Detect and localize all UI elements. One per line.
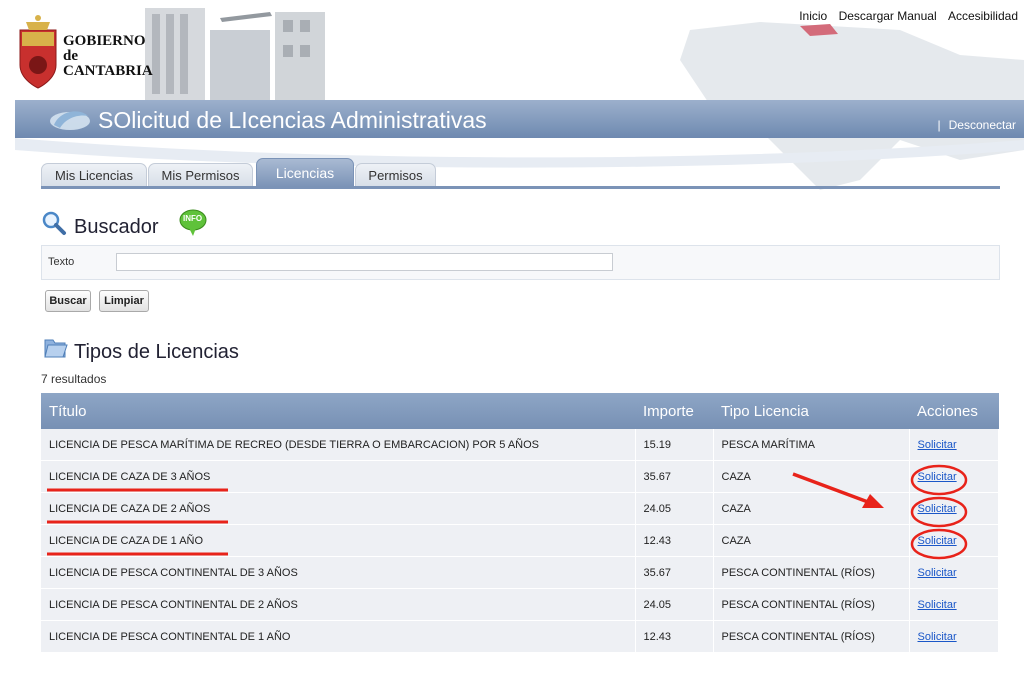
table-row: LICENCIA DE CAZA DE 1 AÑO 12.43 CAZA Sol…: [41, 524, 999, 557]
solicitar-link[interactable]: Solicitar: [918, 599, 957, 611]
tab-licencias[interactable]: Licencias: [256, 158, 354, 187]
cell-importe: 12.43: [635, 620, 714, 653]
table-row: LICENCIA DE PESCA CONTINENTAL DE 3 AÑOS …: [41, 556, 999, 589]
cell-acciones: Solicitar: [909, 524, 999, 557]
tab-mis-licencias[interactable]: Mis Licencias: [41, 163, 147, 186]
cell-importe: 24.05: [635, 492, 714, 525]
table-row: LICENCIA DE CAZA DE 2 AÑOS 24.05 CAZA So…: [41, 492, 999, 525]
search-field-label: Texto: [48, 256, 75, 268]
folder-icon: [44, 339, 68, 358]
solicitar-link[interactable]: Solicitar: [918, 631, 957, 643]
tab-mis-permisos[interactable]: Mis Permisos: [148, 163, 253, 186]
cell-titulo: LICENCIA DE CAZA DE 1 AÑO: [41, 524, 636, 557]
cell-tipo: CAZA: [713, 492, 910, 525]
cell-importe: 12.43: [635, 524, 714, 557]
logout-separator: |: [937, 118, 941, 132]
result-count: 7 resultados: [41, 372, 107, 386]
licenses-table: Título Importe Tipo Licencia Acciones LI…: [41, 393, 999, 653]
column-header-importe[interactable]: Importe: [635, 393, 713, 429]
link-inicio[interactable]: Inicio: [799, 9, 827, 23]
solicitar-link[interactable]: Solicitar: [918, 535, 957, 547]
cell-tipo: PESCA CONTINENTAL (RÍOS): [713, 556, 910, 589]
app-title: SOlicitud de LIcencias Administrativas: [98, 107, 487, 133]
cell-tipo: PESCA CONTINENTAL (RÍOS): [713, 620, 910, 653]
search-button[interactable]: Buscar: [45, 290, 91, 312]
logo-line: CANTABRIA: [63, 63, 153, 79]
column-header-acciones: Acciones: [909, 393, 999, 429]
solicitar-link[interactable]: Solicitar: [918, 471, 957, 483]
logout-link[interactable]: Desconectar: [949, 118, 1016, 132]
table-row: LICENCIA DE PESCA MARÍTIMA DE RECREO (DE…: [41, 429, 999, 461]
cell-tipo: CAZA: [713, 460, 910, 493]
top-nav: Inicio Descargar Manual Accesibilidad: [791, 9, 1018, 23]
tab-permisos[interactable]: Permisos: [355, 163, 436, 186]
cell-acciones: Solicitar: [909, 429, 999, 461]
solicitar-link[interactable]: Solicitar: [918, 439, 957, 451]
cell-titulo: LICENCIA DE PESCA MARÍTIMA DE RECREO (DE…: [41, 429, 636, 461]
search-text-input[interactable]: [116, 253, 613, 271]
gobierno-cantabria-logo: GOBIERNO de CANTABRIA: [63, 34, 153, 79]
buildings-image: [145, 8, 325, 100]
clear-button[interactable]: Limpiar: [99, 290, 149, 312]
cell-titulo: LICENCIA DE PESCA CONTINENTAL DE 2 AÑOS: [41, 588, 636, 621]
link-accesibilidad[interactable]: Accesibilidad: [948, 9, 1018, 23]
licencias-title: Tipos de Licencias: [74, 341, 239, 363]
cell-acciones: Solicitar: [909, 492, 999, 525]
table-row: LICENCIA DE PESCA CONTINENTAL DE 2 AÑOS …: [41, 588, 999, 621]
info-badge-label: INFO: [183, 214, 203, 223]
cell-titulo: LICENCIA DE PESCA CONTINENTAL DE 3 AÑOS: [41, 556, 636, 589]
cell-acciones: Solicitar: [909, 556, 999, 589]
info-icon[interactable]: INFO: [178, 208, 208, 238]
logo-line: de: [63, 48, 78, 64]
cell-acciones: Solicitar: [909, 588, 999, 621]
cell-tipo: PESCA MARÍTIMA: [713, 429, 910, 461]
link-descargar-manual[interactable]: Descargar Manual: [839, 9, 937, 23]
cell-tipo: CAZA: [713, 524, 910, 557]
coat-of-arms-icon: [19, 15, 57, 89]
column-header-titulo[interactable]: Título: [41, 393, 635, 429]
cell-importe: 15.19: [635, 429, 714, 461]
cell-titulo: LICENCIA DE CAZA DE 3 AÑOS: [41, 460, 636, 493]
cell-tipo: PESCA CONTINENTAL (RÍOS): [713, 588, 910, 621]
tab-underline: [41, 186, 1000, 189]
table-row: LICENCIA DE CAZA DE 3 AÑOS 35.67 CAZA So…: [41, 460, 999, 493]
column-header-tipo[interactable]: Tipo Licencia: [713, 393, 909, 429]
logout-area: | Desconectar: [938, 118, 1017, 132]
logo-line: GOBIERNO: [63, 33, 146, 49]
solicitar-link[interactable]: Solicitar: [918, 567, 957, 579]
table-header-row: Título Importe Tipo Licencia Acciones: [41, 393, 999, 429]
magnifier-icon: [42, 211, 66, 235]
table-row: LICENCIA DE PESCA CONTINENTAL DE 1 AÑO 1…: [41, 620, 999, 653]
cell-titulo: LICENCIA DE PESCA CONTINENTAL DE 1 AÑO: [41, 620, 636, 653]
solicitar-link[interactable]: Solicitar: [918, 503, 957, 515]
cell-importe: 35.67: [635, 460, 714, 493]
cell-importe: 24.05: [635, 588, 714, 621]
cell-acciones: Solicitar: [909, 620, 999, 653]
cell-acciones: Solicitar: [909, 460, 999, 493]
cell-titulo: LICENCIA DE CAZA DE 2 AÑOS: [41, 492, 636, 525]
cell-importe: 35.67: [635, 556, 714, 589]
buscador-title: Buscador: [74, 216, 159, 238]
